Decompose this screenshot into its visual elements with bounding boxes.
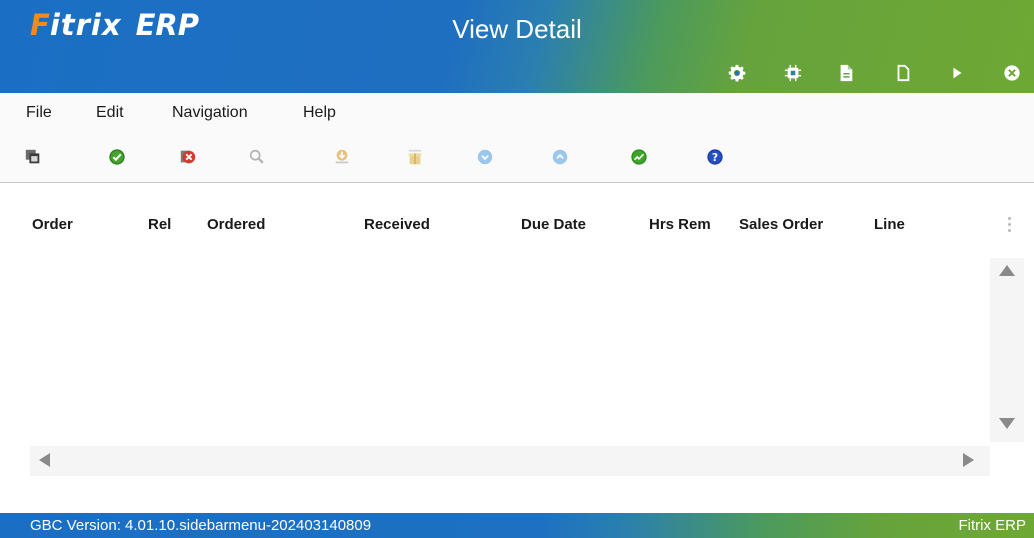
menu-help[interactable]: Help (303, 104, 336, 122)
scroll-down-icon[interactable] (473, 145, 497, 169)
column-header-due-date[interactable]: Due Date (521, 216, 586, 233)
zoom-icon[interactable] (245, 145, 269, 169)
column-header-hrs-rem[interactable]: Hrs Rem (649, 216, 711, 233)
close-circle-icon[interactable] (1001, 62, 1023, 84)
download-icon[interactable] (330, 145, 354, 169)
help-icon[interactable]: ? (703, 145, 727, 169)
accept-check-icon[interactable] (105, 145, 129, 169)
scroll-right-arrow-icon[interactable] (963, 453, 974, 467)
copy-window-icon[interactable] (21, 145, 45, 169)
vertical-scrollbar[interactable] (990, 258, 1024, 442)
play-icon[interactable] (946, 62, 968, 84)
green-trend-icon[interactable] (627, 145, 651, 169)
chip-icon[interactable] (782, 62, 804, 84)
menu-navigation[interactable]: Navigation (172, 104, 248, 122)
app-header: Fitrix ERP View Detail (0, 0, 1034, 93)
horizontal-scrollbar[interactable] (30, 446, 990, 476)
gear-icon[interactable] (726, 62, 748, 84)
gift-icon[interactable] (403, 145, 427, 169)
version-text: GBC Version: 4.01.10.sidebarmenu-2024031… (30, 517, 372, 534)
svg-text:?: ? (712, 151, 718, 164)
document-icon[interactable] (892, 62, 914, 84)
scroll-down-arrow-icon[interactable] (999, 418, 1015, 429)
status-footer: GBC Version: 4.01.10.sidebarmenu-2024031… (0, 513, 1034, 538)
document-lines-icon[interactable] (835, 62, 857, 84)
menu-bar: File Edit Navigation Help (0, 93, 1034, 133)
content-bottom-band (0, 496, 1034, 513)
column-header-order[interactable]: Order (32, 216, 73, 233)
column-header-ordered[interactable]: Ordered (207, 216, 265, 233)
toolbar: ? (0, 133, 1034, 183)
scroll-up-icon[interactable] (548, 145, 572, 169)
footer-brand: Fitrix ERP (958, 517, 1027, 534)
window-title: View Detail (452, 14, 582, 44)
header-actions (0, 62, 1034, 86)
cancel-x-icon[interactable] (176, 145, 200, 169)
column-header-line[interactable]: Line (874, 216, 905, 233)
scroll-left-arrow-icon[interactable] (39, 453, 50, 467)
column-header-sales-order[interactable]: Sales Order (739, 216, 823, 233)
menu-file[interactable]: File (26, 104, 52, 122)
column-header-rel[interactable]: Rel (148, 216, 171, 233)
column-menu-icon[interactable] (1008, 217, 1012, 235)
scroll-up-arrow-icon[interactable] (999, 265, 1015, 276)
column-header-received[interactable]: Received (364, 216, 430, 233)
menu-edit[interactable]: Edit (96, 104, 124, 122)
